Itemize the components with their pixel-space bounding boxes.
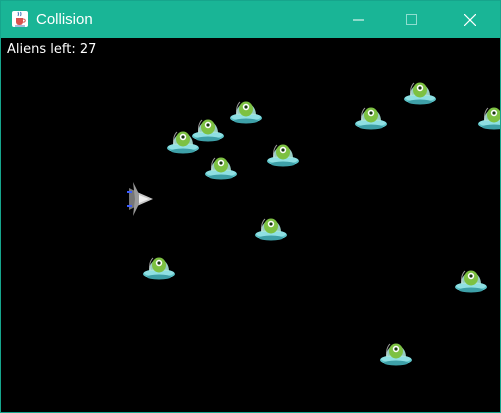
minimize-icon xyxy=(353,19,364,21)
alien-ufo xyxy=(266,144,300,167)
alien-ufo xyxy=(142,257,176,280)
close-icon xyxy=(464,14,476,26)
alien-ufo xyxy=(354,107,388,130)
alien-ufo xyxy=(229,101,263,124)
alien-ufo xyxy=(477,107,500,130)
window-title: Collision xyxy=(36,11,93,28)
game-board[interactable]: Aliens left: 27 xyxy=(1,38,500,412)
alien-ufo xyxy=(254,218,288,241)
maximize-icon xyxy=(406,14,417,25)
alien-ufo xyxy=(454,270,488,293)
maximize-button[interactable] xyxy=(389,1,435,38)
close-button[interactable] xyxy=(447,1,493,38)
title-bar[interactable]: Collision xyxy=(1,1,500,38)
minimize-button[interactable] xyxy=(336,1,382,38)
alien-ufo xyxy=(403,82,437,105)
player-spaceship[interactable] xyxy=(127,182,155,216)
alien-ufo xyxy=(379,343,413,366)
aliens-left-label: Aliens left: 27 xyxy=(7,42,97,57)
alien-ufo xyxy=(204,157,238,180)
alien-ufo xyxy=(191,119,225,142)
game-window: Collision Aliens left: 27 xyxy=(0,0,501,413)
java-cup-icon xyxy=(12,11,28,27)
